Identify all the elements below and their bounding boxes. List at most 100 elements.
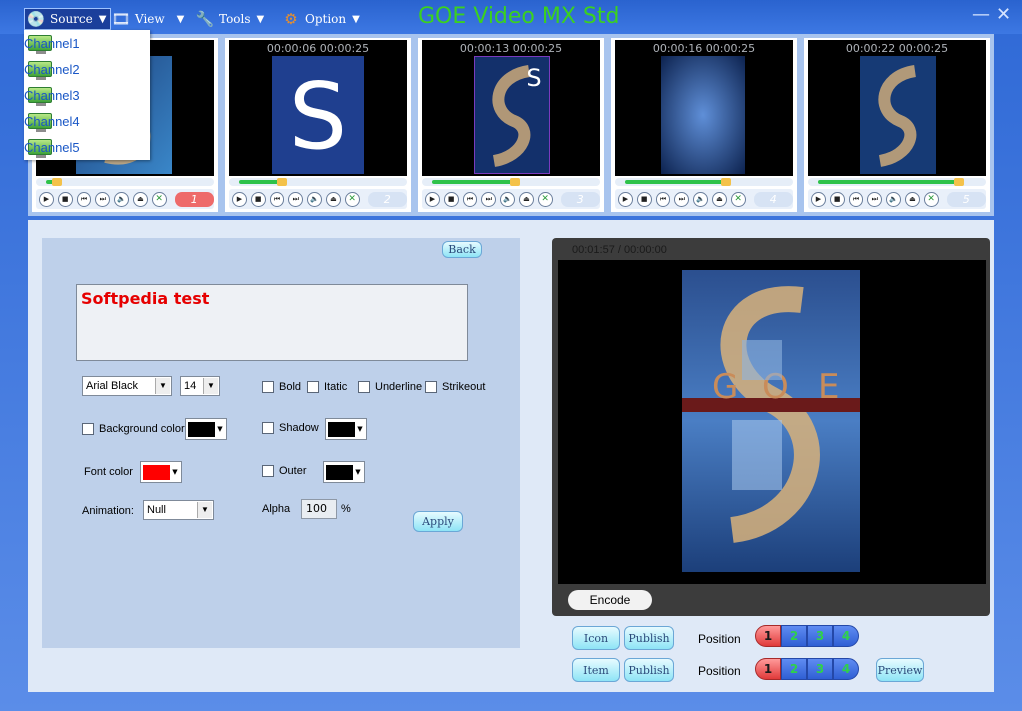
channel-scrubber[interactable] — [229, 178, 407, 186]
channel-scrubber[interactable] — [808, 178, 986, 186]
shadow-color-picker[interactable]: ▼ — [325, 418, 367, 440]
animation-select[interactable]: Null ▼ — [143, 500, 214, 520]
channel-video[interactable]: 00:00:22 00:00:25 — [808, 40, 986, 176]
volume-icon[interactable]: 🔈 — [886, 191, 901, 207]
play-icon[interactable]: ▶ — [811, 191, 826, 207]
next-icon[interactable]: ⏭ — [95, 191, 111, 207]
outer-checkbox[interactable]: Outer — [262, 465, 307, 477]
outer-color-picker[interactable]: ▼ — [323, 461, 365, 483]
position-4-button[interactable]: 4 — [833, 625, 859, 647]
menu-option[interactable]: ⚙ Option ▼ — [280, 8, 360, 30]
close-icon[interactable]: ✕ — [344, 191, 360, 207]
encode-button[interactable]: Encode — [568, 590, 652, 610]
position-4-button[interactable]: 4 — [833, 658, 859, 680]
dropdown-item-label: Channel1 — [24, 35, 80, 51]
volume-icon[interactable]: 🔈 — [307, 191, 322, 207]
icon-type-button[interactable]: Icon — [572, 626, 620, 650]
dropdown-item-channel2[interactable]: Channel2 — [24, 56, 150, 82]
channel-scrubber[interactable] — [36, 178, 214, 186]
menu-source[interactable]: 💿 Source ▼ — [24, 8, 112, 30]
prev-icon[interactable]: ⏮ — [269, 191, 285, 207]
dropdown-item-channel4[interactable]: Channel4 — [24, 108, 150, 134]
channel-scrubber[interactable] — [615, 178, 793, 186]
close-icon[interactable]: ✕ — [730, 191, 746, 207]
font-size-select[interactable]: 14 ▼ — [180, 376, 220, 396]
next-icon[interactable]: ⏭ — [867, 191, 883, 207]
position-label: Position — [698, 632, 741, 646]
overlay-text-input[interactable]: Softpedia test — [76, 284, 468, 361]
bold-checkbox[interactable]: Bold — [262, 381, 301, 393]
menu-tools[interactable]: 🔧 Tools ▼ — [194, 8, 265, 30]
channel-number[interactable]: 1 — [174, 191, 214, 207]
font-name-select[interactable]: Arial Black ▼ — [82, 376, 172, 396]
apply-button[interactable]: Apply — [413, 511, 463, 532]
strikeout-checkbox[interactable]: Strikeout — [425, 381, 485, 393]
eject-icon[interactable]: ⏏ — [325, 191, 341, 207]
stop-icon[interactable]: ■ — [57, 191, 73, 207]
close-icon[interactable]: ✕ — [923, 191, 939, 207]
play-icon[interactable]: ▶ — [232, 191, 247, 207]
position-3-button[interactable]: 3 — [807, 658, 833, 680]
play-icon[interactable]: ▶ — [39, 191, 54, 207]
item-type-button[interactable]: Item — [572, 658, 620, 682]
scrub-knob[interactable] — [954, 178, 964, 186]
underline-checkbox[interactable]: Underline — [358, 381, 422, 393]
eject-icon[interactable]: ⏏ — [518, 191, 534, 207]
channel-video[interactable]: 00:00:16 00:00:25 — [615, 40, 793, 176]
item-publish-button[interactable]: Publish — [624, 658, 674, 682]
menu-view[interactable]: 🎞 View ▼ — [110, 8, 184, 30]
preview-button[interactable]: Preview — [876, 658, 924, 682]
play-icon[interactable]: ▶ — [425, 191, 440, 207]
font-color-picker[interactable]: ▼ — [140, 461, 182, 483]
next-icon[interactable]: ⏭ — [481, 191, 497, 207]
position-2-button[interactable]: 2 — [781, 658, 807, 680]
prev-icon[interactable]: ⏮ — [462, 191, 478, 207]
preview-screen[interactable]: G O E — [558, 260, 986, 584]
position-1-button[interactable]: 1 — [755, 625, 781, 647]
volume-icon[interactable]: 🔈 — [114, 191, 129, 207]
next-icon[interactable]: ⏭ — [674, 191, 690, 207]
dropdown-item-channel3[interactable]: Channel3 — [24, 82, 150, 108]
italic-checkbox[interactable]: Itatic — [307, 381, 347, 393]
scrub-knob[interactable] — [52, 178, 62, 186]
position-2-button[interactable]: 2 — [781, 625, 807, 647]
prev-icon[interactable]: ⏮ — [76, 191, 92, 207]
scrub-knob[interactable] — [510, 178, 520, 186]
eject-icon[interactable]: ⏏ — [132, 191, 148, 207]
channel-number[interactable]: 3 — [560, 191, 600, 207]
channel-scrubber[interactable] — [422, 178, 600, 186]
shadow-checkbox[interactable]: Shadow — [262, 422, 319, 434]
channel-number[interactable]: 2 — [367, 191, 407, 207]
volume-icon[interactable]: 🔈 — [693, 191, 708, 207]
stop-icon[interactable]: ■ — [443, 191, 459, 207]
background-color-picker[interactable]: ▼ — [185, 418, 227, 440]
close-icon[interactable]: ✕ — [537, 191, 553, 207]
eject-icon[interactable]: ⏏ — [711, 191, 727, 207]
play-icon[interactable]: ▶ — [618, 191, 633, 207]
prev-icon[interactable]: ⏮ — [655, 191, 671, 207]
alpha-input[interactable]: 100 — [301, 499, 337, 519]
volume-icon[interactable]: 🔈 — [500, 191, 515, 207]
dropdown-item-channel5[interactable]: Channel5 — [24, 134, 150, 160]
prev-icon[interactable]: ⏮ — [848, 191, 864, 207]
stop-icon[interactable]: ■ — [636, 191, 652, 207]
dropdown-item-channel1[interactable]: Channel1 — [24, 30, 150, 56]
stop-icon[interactable]: ■ — [829, 191, 845, 207]
background-color-checkbox[interactable]: Background color — [82, 423, 185, 435]
channel-video[interactable]: 00:00:06 00:00:25 S — [229, 40, 407, 176]
close-icon[interactable]: ✕ — [151, 191, 167, 207]
back-button[interactable]: Back — [442, 241, 482, 258]
close-button[interactable]: ✕ — [996, 4, 1011, 25]
channel-number[interactable]: 5 — [946, 191, 986, 207]
icon-publish-button[interactable]: Publish — [624, 626, 674, 650]
stop-icon[interactable]: ■ — [250, 191, 266, 207]
minimize-button[interactable]: — — [972, 4, 990, 25]
channel-video[interactable]: 00:00:13 00:00:25 S — [422, 40, 600, 176]
channel-number[interactable]: 4 — [753, 191, 793, 207]
scrub-knob[interactable] — [721, 178, 731, 186]
eject-icon[interactable]: ⏏ — [904, 191, 920, 207]
position-3-button[interactable]: 3 — [807, 625, 833, 647]
next-icon[interactable]: ⏭ — [288, 191, 304, 207]
scrub-knob[interactable] — [277, 178, 287, 186]
position-1-button[interactable]: 1 — [755, 658, 781, 680]
